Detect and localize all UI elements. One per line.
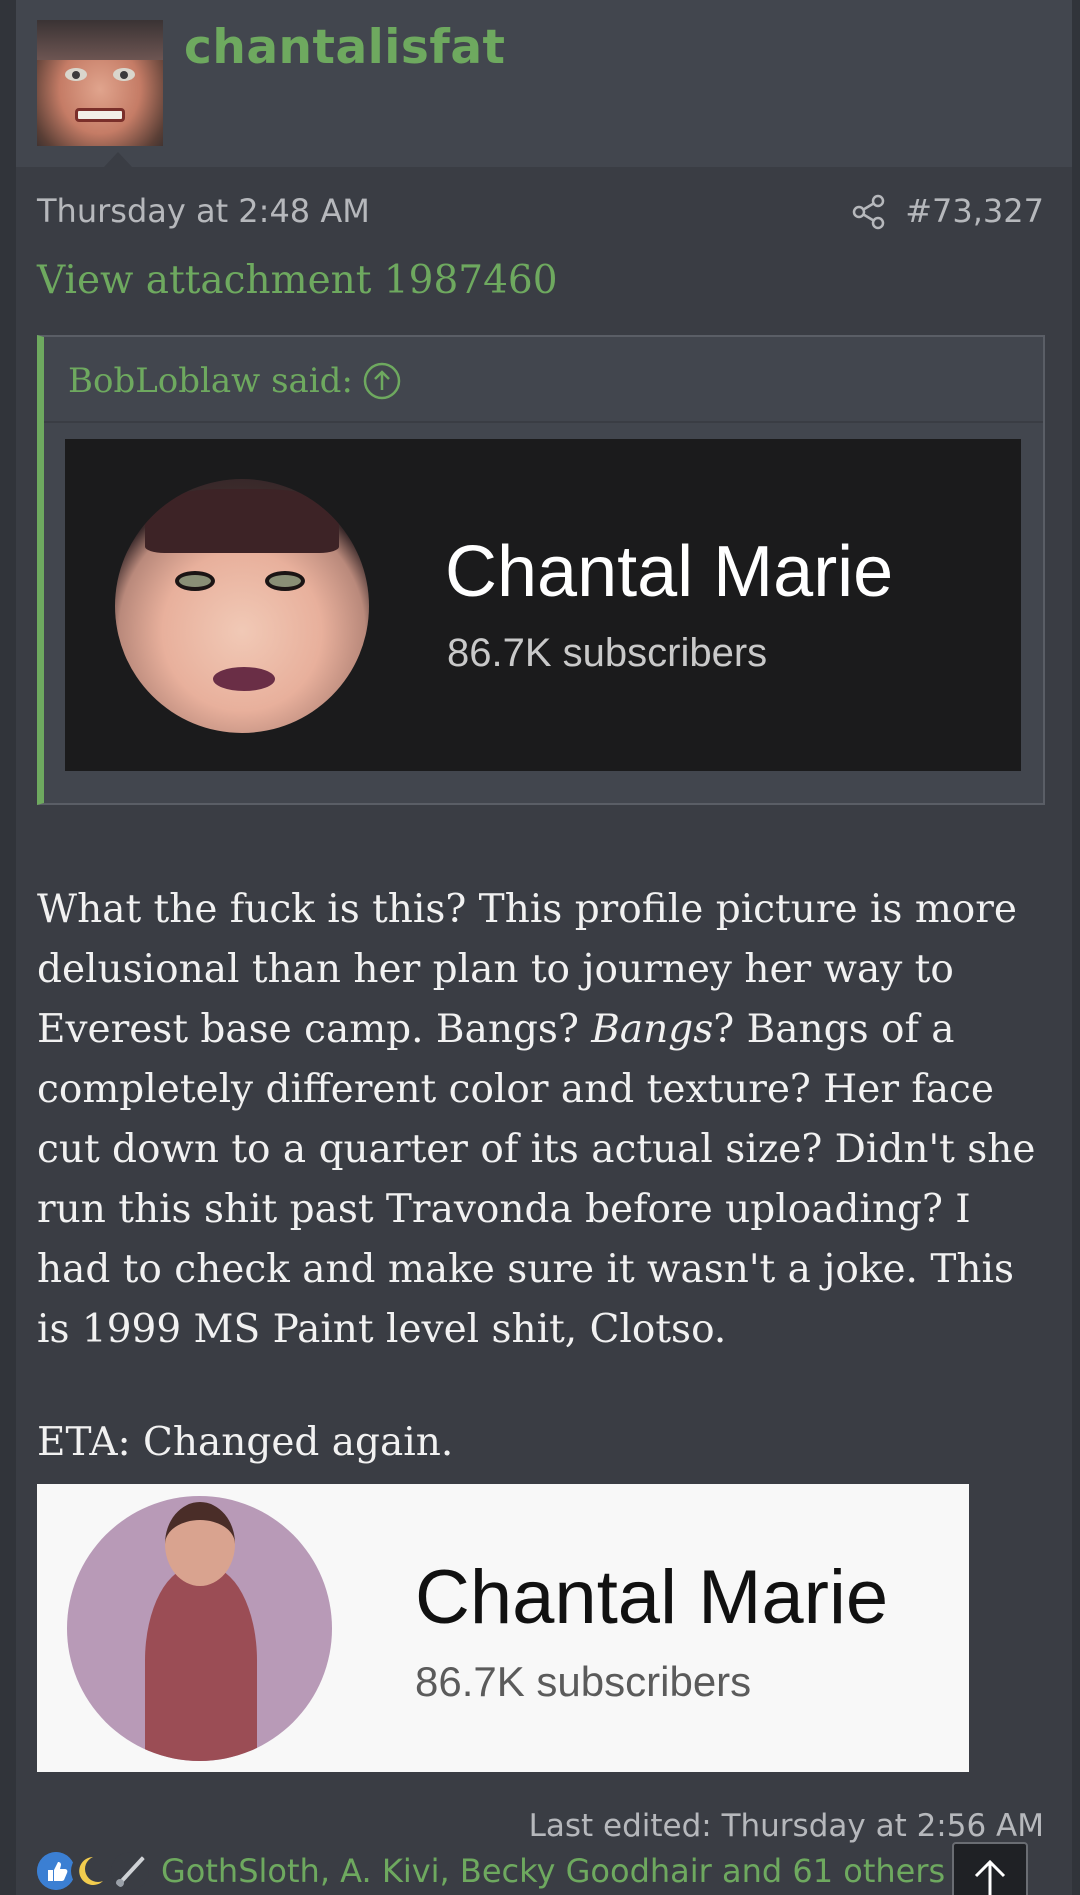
avatar-pointer: [104, 152, 132, 167]
quoted-channel-image[interactable]: Chantal Marie 86.7K subscribers: [65, 439, 1021, 771]
last-edited-text: Last edited: Thursday at 2:56 AM: [528, 1808, 1044, 1844]
paintbrush-reaction-icon: [111, 1852, 149, 1890]
page-gutter-right: [1072, 0, 1080, 1895]
channel-avatar-updated: [67, 1496, 332, 1761]
channel-name-updated: Chantal Marie: [415, 1555, 889, 1640]
quote-block: BobLoblaw said: Chantal Marie 86.7K subs…: [37, 335, 1045, 805]
eta-text: ETA: Changed again.: [37, 1420, 454, 1465]
share-icon[interactable]: [852, 194, 886, 230]
post-paragraph: What the fuck is this? This profile pict…: [37, 887, 1036, 1352]
channel-image-updated[interactable]: Chantal Marie 86.7K subscribers: [37, 1484, 969, 1772]
like-reaction-icon: [37, 1852, 75, 1890]
reaction-icons[interactable]: [37, 1850, 157, 1890]
channel-subscribers: 86.7K subscribers: [447, 631, 768, 675]
reactors-link[interactable]: GothSloth, A. Kivi, Becky Goodhair and 6…: [161, 1852, 945, 1890]
moon-reaction-icon: [71, 1852, 109, 1890]
post-date[interactable]: Thursday at 2:48 AM: [37, 192, 370, 230]
attachment-link[interactable]: View attachment 1987460: [37, 258, 558, 303]
username-link[interactable]: chantalisfat: [184, 20, 506, 75]
post-header: chantalisfat: [16, 0, 1072, 167]
user-avatar[interactable]: [37, 20, 163, 146]
quote-header: BobLoblaw said:: [44, 337, 1043, 423]
post-number-link[interactable]: #73,327: [905, 192, 1044, 230]
quote-author-link[interactable]: BobLoblaw said:: [68, 361, 353, 401]
scroll-to-top-button[interactable]: [952, 1842, 1028, 1895]
page-gutter-left: [0, 0, 16, 1895]
channel-subscribers-updated: 86.7K subscribers: [415, 1658, 752, 1705]
post-body: What the fuck is this? This profile pict…: [37, 880, 1047, 1360]
arrow-up-icon: [974, 1859, 1006, 1895]
emphasis-text: Bangs: [591, 1007, 714, 1052]
channel-avatar: [115, 479, 369, 733]
arrow-up-circle-icon[interactable]: [362, 361, 402, 401]
channel-name: Chantal Marie: [445, 532, 894, 612]
